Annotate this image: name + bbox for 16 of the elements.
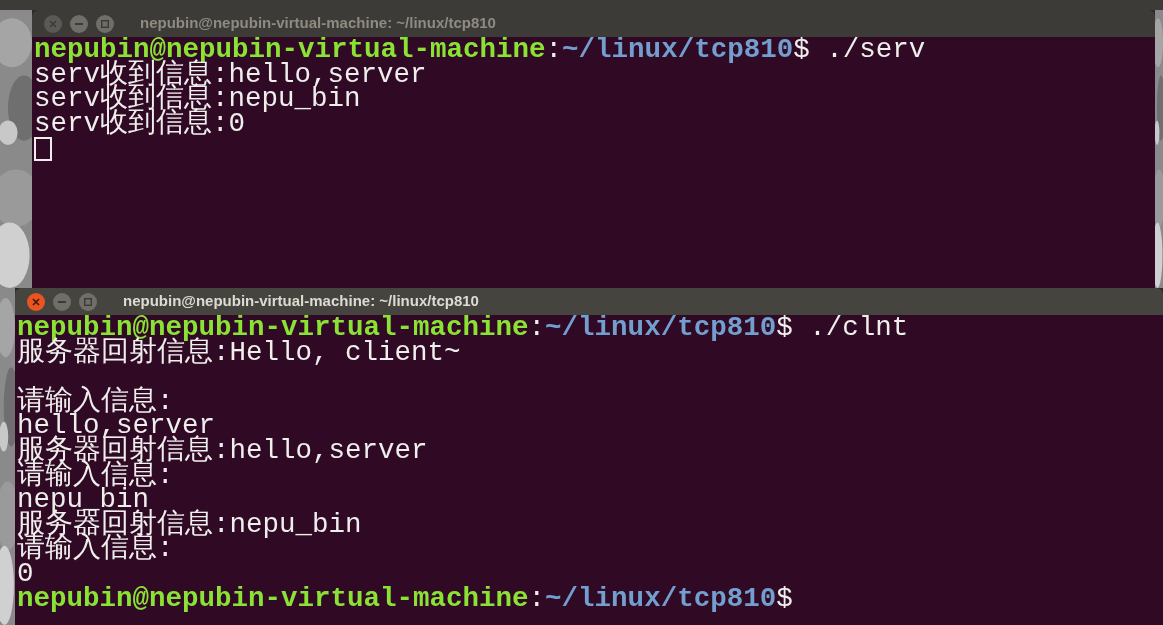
window-title: nepubin@nepubin-virtual-machine: ~/linux/tcp810 <box>140 13 496 34</box>
window-title: nepubin@nepubin-virtual-machine: ~/linux/tcp810 <box>123 291 479 312</box>
close-button[interactable] <box>27 292 45 311</box>
minimize-icon <box>58 300 66 303</box>
output-line: 0 <box>17 561 34 587</box>
minimize-icon <box>75 22 83 25</box>
close-icon <box>32 297 40 306</box>
maximize-button[interactable] <box>79 292 97 311</box>
maximize-icon <box>101 19 109 28</box>
close-icon <box>49 19 57 28</box>
minimize-button[interactable] <box>70 14 88 33</box>
maximize-button[interactable] <box>96 14 114 33</box>
minimize-button[interactable] <box>53 292 71 311</box>
maximize-icon <box>84 297 92 306</box>
text-cursor <box>34 136 52 161</box>
prompt-line: nepubin@nepubin-virtual-machine:~/linux/tcp810$ <box>17 586 794 612</box>
